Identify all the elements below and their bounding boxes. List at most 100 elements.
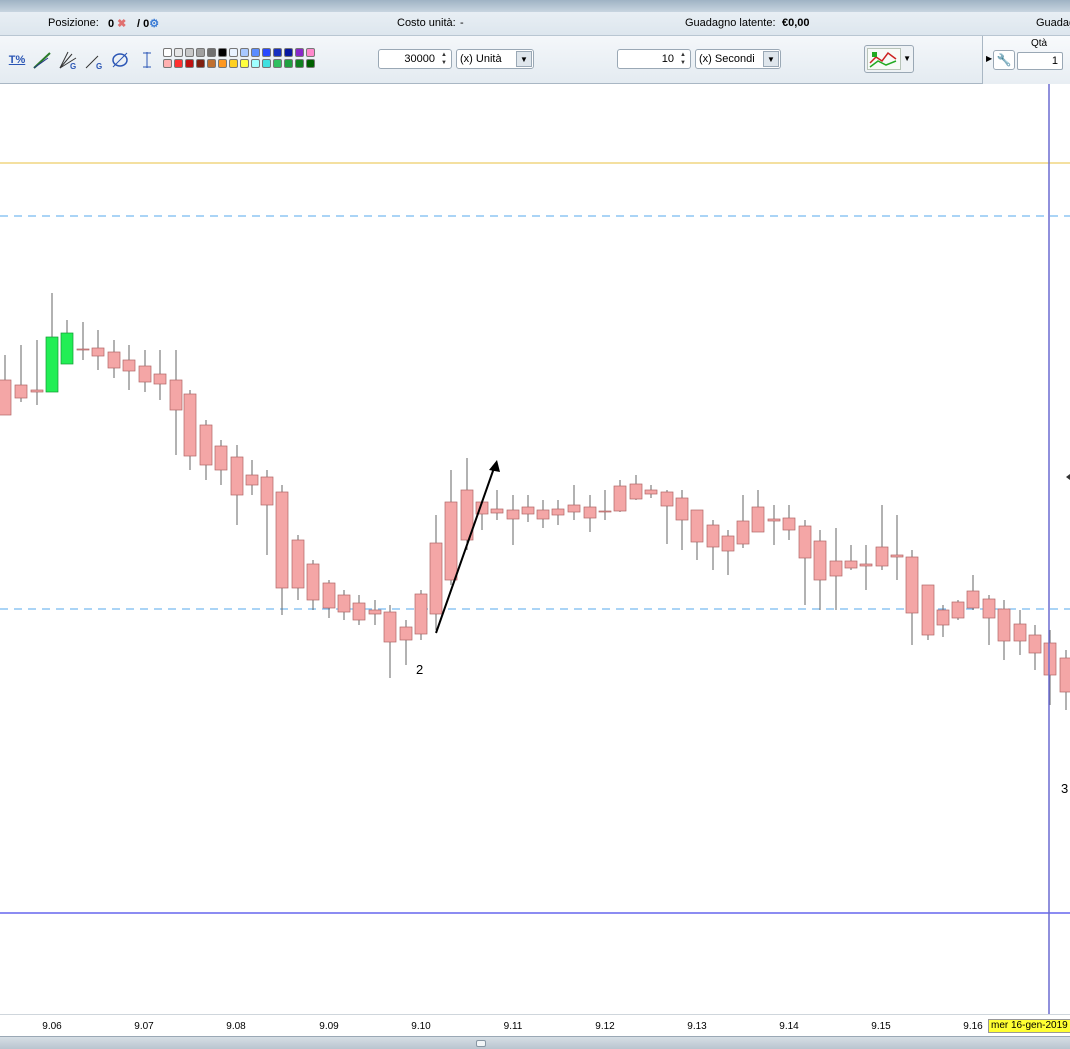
chevron-down-icon[interactable]: ▼ <box>903 54 911 63</box>
cursor-marker-icon <box>1066 474 1070 480</box>
color-swatch[interactable] <box>174 59 183 68</box>
color-swatch[interactable] <box>295 59 304 68</box>
color-swatch[interactable] <box>196 59 205 68</box>
color-swatch[interactable] <box>240 59 249 68</box>
candle-down <box>490 508 504 514</box>
scrollbar-thumb[interactable] <box>476 1040 486 1047</box>
stepper-arrows-icon[interactable]: ▲ ▼ <box>677 51 689 67</box>
color-swatch[interactable] <box>262 48 271 57</box>
annotation-label-3: 3 <box>1061 781 1069 796</box>
color-swatch[interactable] <box>196 48 205 57</box>
color-swatch[interactable] <box>284 59 293 68</box>
color-swatch[interactable] <box>207 48 216 57</box>
color-palette[interactable] <box>163 48 315 70</box>
candle-down <box>153 373 167 385</box>
period-stepper[interactable]: 10 ▲ ▼ <box>617 49 691 69</box>
candle-down <box>736 520 750 545</box>
gain-truncated-label: Guadag <box>1036 17 1070 29</box>
candle-down <box>521 506 535 515</box>
candle-down <box>798 525 812 559</box>
candle-down <box>76 348 90 351</box>
candle-down <box>567 504 581 513</box>
chart-type-button[interactable]: ▼ <box>864 45 914 73</box>
candle-down <box>982 598 996 619</box>
candle-down <box>352 602 366 621</box>
gear-icon[interactable]: ⚙ <box>149 18 159 30</box>
candle-down <box>169 379 183 411</box>
color-swatch[interactable] <box>251 48 260 57</box>
color-swatch[interactable] <box>273 59 282 68</box>
color-swatch[interactable] <box>185 59 194 68</box>
time-tick-label: 9.07 <box>134 1021 154 1032</box>
chevron-down-icon[interactable]: ▼ <box>763 51 779 67</box>
candle-down <box>644 489 658 495</box>
color-swatch[interactable] <box>229 59 238 68</box>
candlestick-chart[interactable]: 2 3 <box>0 84 1070 1014</box>
unit-cost-value: - <box>460 17 464 29</box>
color-swatch[interactable] <box>163 59 172 68</box>
ellipse-tool-icon[interactable] <box>110 50 130 70</box>
candle-down <box>551 508 565 516</box>
color-swatch[interactable] <box>240 48 249 57</box>
chevron-down-icon[interactable]: ▼ <box>516 51 532 67</box>
gann-fan-icon[interactable]: G <box>58 50 78 70</box>
candle-down <box>260 476 274 506</box>
stepper-arrows-icon[interactable]: ▲ ▼ <box>438 51 450 67</box>
candle-down <box>414 593 428 635</box>
quantity-unit-select[interactable]: (x) Unità ▼ <box>456 49 534 69</box>
color-swatch[interactable] <box>295 48 304 57</box>
svg-text:G: G <box>70 62 76 70</box>
gann-line-icon[interactable]: G <box>84 50 104 70</box>
color-swatch[interactable] <box>229 48 238 57</box>
candle-down <box>1043 642 1057 676</box>
trendline-tool-icon[interactable] <box>32 50 52 70</box>
candle-down <box>0 379 12 416</box>
candle-down <box>660 491 674 507</box>
trend-arrow-head <box>489 460 500 472</box>
candle-down <box>751 506 765 533</box>
time-tick-label: 9.14 <box>779 1021 799 1032</box>
candle-down <box>613 485 627 512</box>
color-swatch[interactable] <box>174 48 183 57</box>
candle-down <box>905 556 919 614</box>
color-swatch[interactable] <box>185 48 194 57</box>
color-swatch[interactable] <box>262 59 271 68</box>
candle-down <box>767 518 781 522</box>
candle-down <box>859 563 873 567</box>
color-swatch[interactable] <box>306 59 315 68</box>
period-unit-select[interactable]: (x) Secondi ▼ <box>695 49 781 69</box>
candle-down <box>107 351 121 369</box>
chart-canvas[interactable] <box>0 84 1070 1014</box>
candle-down <box>921 584 935 636</box>
candle-down <box>30 389 44 393</box>
order-quantity-panel: ▶ 🔧 Qtà 1 <box>982 36 1070 84</box>
color-swatch[interactable] <box>163 48 172 57</box>
time-tick-label: 9.15 <box>871 1021 891 1032</box>
color-swatch[interactable] <box>218 48 227 57</box>
quantity-stepper[interactable]: 30000 ▲ ▼ <box>378 49 452 69</box>
candle-down <box>1028 634 1042 654</box>
candle-down <box>444 501 458 581</box>
color-swatch[interactable] <box>207 59 216 68</box>
color-swatch[interactable] <box>251 59 260 68</box>
candle-down <box>706 524 720 548</box>
color-swatch[interactable] <box>218 59 227 68</box>
color-swatch[interactable] <box>284 48 293 57</box>
expand-arrow-icon[interactable]: ▶ <box>986 54 992 63</box>
horizontal-scrollbar[interactable] <box>0 1036 1070 1049</box>
close-position-icon[interactable]: ✖ <box>117 18 126 30</box>
qty-input[interactable]: 1 <box>1017 52 1063 70</box>
time-tick-label: 9.13 <box>687 1021 707 1032</box>
percent-tool-button[interactable]: T% <box>6 50 28 70</box>
time-tick-label: 9.11 <box>503 1021 523 1032</box>
color-swatch[interactable] <box>306 48 315 57</box>
annotation-label-2: 2 <box>416 662 424 677</box>
quantity-value: 30000 <box>404 53 435 65</box>
wrench-icon[interactable]: 🔧 <box>993 50 1015 70</box>
vertical-measure-icon[interactable] <box>137 50 157 70</box>
candle-down <box>890 554 904 558</box>
title-strip <box>0 0 1070 12</box>
unit-cost-label: Costo unità: <box>397 17 456 29</box>
color-swatch[interactable] <box>273 48 282 57</box>
time-tick-label: 9.12 <box>595 1021 615 1032</box>
